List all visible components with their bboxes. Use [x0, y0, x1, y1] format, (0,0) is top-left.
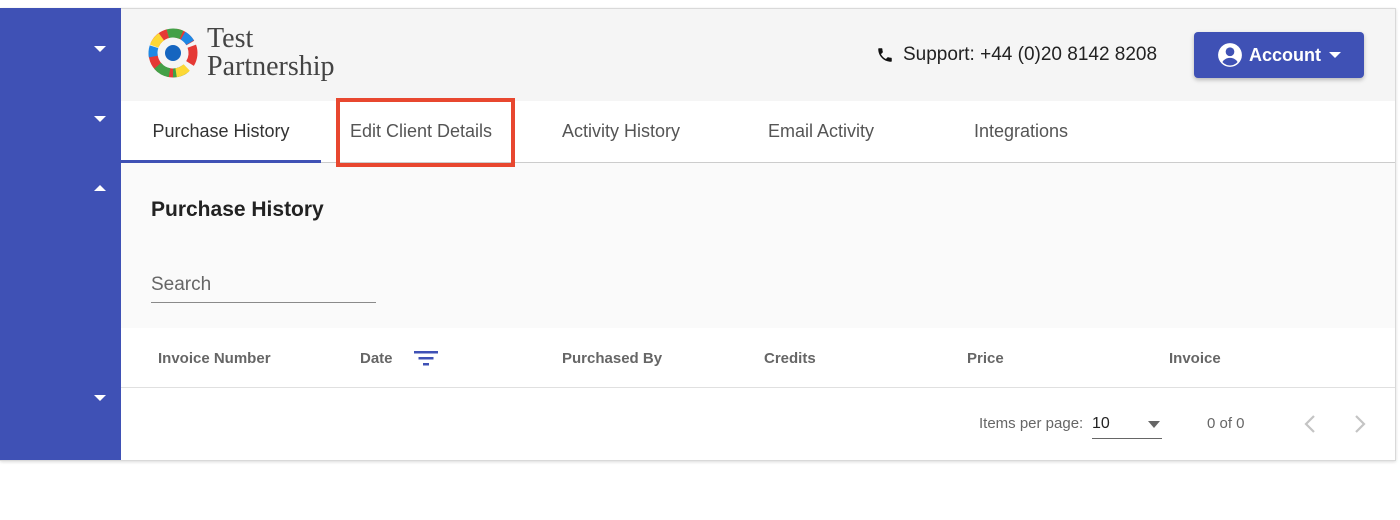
account-circle-icon — [1218, 43, 1242, 67]
support-text: Support: +44 (0)20 8142 8208 — [903, 44, 1158, 65]
search-field[interactable] — [151, 268, 376, 303]
brand-line-2: Partnership — [207, 51, 335, 82]
chevron-down-icon[interactable] — [93, 391, 107, 405]
chevron-down-icon[interactable] — [93, 112, 107, 126]
logo-mark-icon — [148, 28, 198, 78]
logo[interactable]: Test Partnership — [145, 21, 385, 85]
purchase-table: Invoice Number Date Purchased By Credits… — [121, 328, 1395, 460]
filter-list-icon[interactable] — [413, 349, 438, 367]
next-page-button[interactable] — [1347, 411, 1373, 437]
items-per-page-label: Items per page: — [979, 415, 1084, 432]
caret-down-icon — [1329, 52, 1341, 58]
items-per-page-select[interactable]: 10 — [1092, 409, 1162, 439]
caret-down-icon — [1148, 421, 1160, 428]
brand-line-1: Test — [207, 23, 254, 54]
table-header: Invoice Number Date Purchased By Credits… — [121, 328, 1395, 388]
chevron-left-icon — [1304, 415, 1315, 433]
column-price[interactable]: Price — [967, 328, 1004, 388]
tab-purchase-history[interactable]: Purchase History — [121, 101, 321, 163]
tab-email-activity[interactable]: Email Activity — [721, 101, 921, 162]
chevron-up-icon[interactable] — [93, 181, 107, 195]
paginator: Items per page: 10 0 of 0 — [121, 389, 1395, 460]
column-invoice[interactable]: Invoice — [1169, 328, 1221, 388]
tab-integrations[interactable]: Integrations — [921, 101, 1121, 162]
support-info: Support: +44 (0)20 8142 8208 — [876, 42, 1157, 68]
brand-name: Test Partnership — [207, 25, 335, 81]
tab-activity-history[interactable]: Activity History — [521, 101, 721, 162]
phone-icon — [878, 48, 892, 62]
account-button[interactable]: Account — [1194, 32, 1364, 78]
chevron-right-icon — [1355, 415, 1366, 433]
search-input[interactable] — [151, 268, 376, 302]
tab-edit-client-details[interactable]: Edit Client Details — [321, 101, 521, 162]
column-date[interactable]: Date — [360, 328, 438, 388]
column-purchased-by[interactable]: Purchased By — [562, 328, 662, 388]
column-invoice-number[interactable]: Invoice Number — [158, 328, 271, 388]
tab-bar: Purchase History Edit Client Details Act… — [121, 101, 1395, 163]
column-date-label: Date — [360, 349, 393, 367]
column-credits[interactable]: Credits — [764, 328, 816, 388]
items-per-page-value: 10 — [1092, 414, 1110, 432]
previous-page-button[interactable] — [1297, 411, 1323, 437]
account-label: Account — [1249, 44, 1321, 65]
sidebar — [0, 8, 121, 460]
header: Test Partnership Support: +44 (0)20 8142… — [121, 9, 1395, 101]
page-title: Purchase History — [151, 198, 324, 221]
range-label: 0 of 0 — [1207, 415, 1245, 432]
chevron-down-icon[interactable] — [93, 42, 107, 56]
